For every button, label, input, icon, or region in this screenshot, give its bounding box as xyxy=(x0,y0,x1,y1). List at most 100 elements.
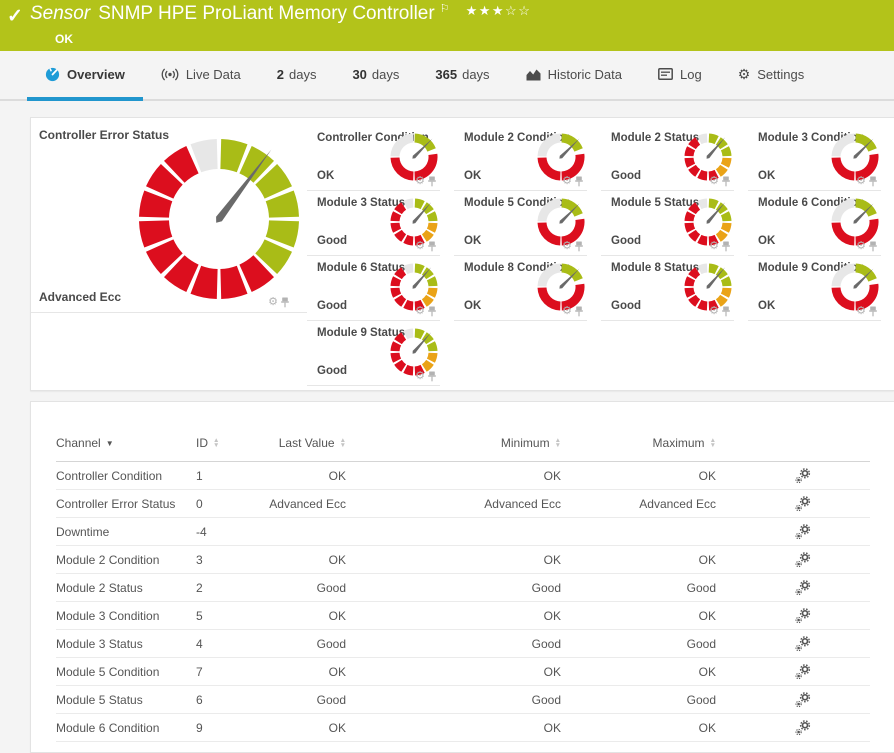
channel-settings-cell xyxy=(716,629,811,658)
column-header-filler xyxy=(811,430,870,462)
gauge-cell: Module 9 Condition OK ⚙ xyxy=(748,256,894,321)
channel-settings-cell xyxy=(716,545,811,574)
channel-settings-icon[interactable] xyxy=(795,607,811,623)
table-row: Controller Condition 1 OK OK OK xyxy=(56,461,870,490)
gauge-value: Good xyxy=(611,300,642,312)
pin-icon[interactable] xyxy=(575,176,583,187)
pin-icon[interactable] xyxy=(869,176,877,187)
gear-icon[interactable]: ⚙ xyxy=(562,176,572,187)
module-6-status-gauge xyxy=(389,262,439,312)
tab-historic-data[interactable]: Historic Data xyxy=(508,51,640,101)
pin-icon[interactable] xyxy=(722,306,730,317)
channel-settings-icon[interactable] xyxy=(795,551,811,567)
sort-desc-icon: ▼ xyxy=(105,439,114,449)
priority-stars[interactable]: ★★★☆☆ xyxy=(466,3,532,18)
gauge-value: OK xyxy=(464,170,482,182)
star-filled-icon[interactable]: ★ xyxy=(479,3,492,18)
tab-label: days xyxy=(288,66,317,82)
channel-settings-icon[interactable] xyxy=(795,495,811,511)
column-header-last-value[interactable]: Last Value ▲ ▼ xyxy=(256,430,346,462)
module-8-condition-gauge xyxy=(536,262,586,312)
gear-icon[interactable]: ⚙ xyxy=(415,306,425,317)
sensor-title: SNMP HPE ProLiant Memory Controller xyxy=(98,3,435,24)
pin-icon[interactable] xyxy=(722,176,730,187)
gear-icon[interactable]: ⚙ xyxy=(268,297,278,308)
gear-icon[interactable]: ⚙ xyxy=(709,176,719,187)
channel-id: 4 xyxy=(196,629,256,658)
gauge-cell: Module 3 Condition OK ⚙ xyxy=(748,126,894,191)
last-value: OK xyxy=(256,657,346,686)
gauge-value: OK xyxy=(758,170,776,182)
tab-365-days[interactable]: 365 days xyxy=(417,51,507,101)
table-row: Module 3 Condition 5 OK OK OK xyxy=(56,601,870,630)
maximum: Good xyxy=(561,573,716,602)
gear-icon[interactable]: ⚙ xyxy=(709,306,719,317)
module-9-condition-gauge xyxy=(830,262,880,312)
channel-settings-icon[interactable] xyxy=(795,719,811,735)
table-row: Downtime -4 xyxy=(56,517,870,546)
channel-settings-icon[interactable] xyxy=(795,691,811,707)
gauge-value: OK xyxy=(464,235,482,247)
pin-icon[interactable] xyxy=(428,371,436,382)
tab-2-days[interactable]: 2 days xyxy=(259,51,335,101)
channels-table: Channel ▼ ID ▲ ▼ Last Value ▲ ▼ Minimum ▲ ▼ Maximum… xyxy=(56,430,870,742)
gauge-cell: Module 2 Condition OK ⚙ xyxy=(454,126,601,191)
flag-icon[interactable]: ⚐ xyxy=(440,3,450,15)
gauge-value: OK xyxy=(317,170,335,182)
pin-icon[interactable] xyxy=(428,306,436,317)
tab-log[interactable]: Log xyxy=(640,51,720,101)
column-header-id[interactable]: ID ▲ ▼ xyxy=(196,430,256,462)
sensor-header: ✓ Sensor SNMP HPE ProLiant Memory Control… xyxy=(0,0,894,51)
gear-icon[interactable]: ⚙ xyxy=(415,241,425,252)
channel-settings-icon[interactable] xyxy=(795,635,811,651)
table-row: Module 2 Condition 3 OK OK OK xyxy=(56,545,870,574)
last-value: OK xyxy=(256,601,346,630)
channel-id: 7 xyxy=(196,657,256,686)
gear-icon[interactable]: ⚙ xyxy=(562,306,572,317)
pin-icon[interactable] xyxy=(722,241,730,252)
filler-cell xyxy=(811,573,870,602)
gauge-icon xyxy=(45,67,60,82)
last-value: OK xyxy=(256,545,346,574)
channel-settings-cell xyxy=(716,517,811,546)
star-empty-icon[interactable]: ☆ xyxy=(505,3,518,18)
tab-settings[interactable]: ⚙ Settings xyxy=(720,51,823,101)
pin-icon[interactable] xyxy=(428,241,436,252)
gear-icon[interactable]: ⚙ xyxy=(856,176,866,187)
pin-icon[interactable] xyxy=(575,306,583,317)
tab-30-days[interactable]: 30 days xyxy=(334,51,417,101)
gear-icon[interactable]: ⚙ xyxy=(415,176,425,187)
channel-settings-icon[interactable] xyxy=(795,467,811,483)
pin-icon[interactable] xyxy=(428,176,436,187)
star-empty-icon[interactable]: ☆ xyxy=(518,3,531,18)
channel-id: -4 xyxy=(196,517,256,546)
column-header-maximum[interactable]: Maximum ▲ ▼ xyxy=(561,430,716,462)
gear-icon[interactable]: ⚙ xyxy=(856,241,866,252)
gauge-cell: Module 6 Condition OK ⚙ xyxy=(748,191,894,256)
tab-label: Log xyxy=(679,66,702,82)
gauge-value: Good xyxy=(611,235,642,247)
tab-overview[interactable]: Overview xyxy=(27,51,143,101)
star-filled-icon[interactable]: ★ xyxy=(466,3,479,18)
channel-settings-icon[interactable] xyxy=(795,663,811,679)
star-filled-icon[interactable]: ★ xyxy=(492,3,505,18)
channels-panel: Channel ▼ ID ▲ ▼ Last Value ▲ ▼ Minimum ▲ ▼ Maximum… xyxy=(30,401,894,753)
pin-icon[interactable] xyxy=(575,241,583,252)
pin-icon[interactable] xyxy=(281,297,289,308)
filler-cell xyxy=(811,601,870,630)
gear-icon[interactable]: ⚙ xyxy=(415,371,425,382)
minimum: Advanced Ecc xyxy=(346,489,561,518)
tab-live-data[interactable]: Live Data xyxy=(143,51,259,101)
channel-settings-icon[interactable] xyxy=(795,523,811,539)
column-header-channel[interactable]: Channel ▼ xyxy=(56,430,196,462)
channel-settings-icon[interactable] xyxy=(795,579,811,595)
pin-icon[interactable] xyxy=(869,306,877,317)
main-gauge-value: Advanced Ecc xyxy=(39,290,122,304)
gauge-cell: Module 9 Status Good ⚙ xyxy=(307,321,454,386)
gear-icon[interactable]: ⚙ xyxy=(562,241,572,252)
column-header-minimum[interactable]: Minimum ▲ ▼ xyxy=(346,430,561,462)
channel-settings-cell xyxy=(716,601,811,630)
pin-icon[interactable] xyxy=(869,241,877,252)
gear-icon[interactable]: ⚙ xyxy=(709,241,719,252)
gear-icon[interactable]: ⚙ xyxy=(856,306,866,317)
